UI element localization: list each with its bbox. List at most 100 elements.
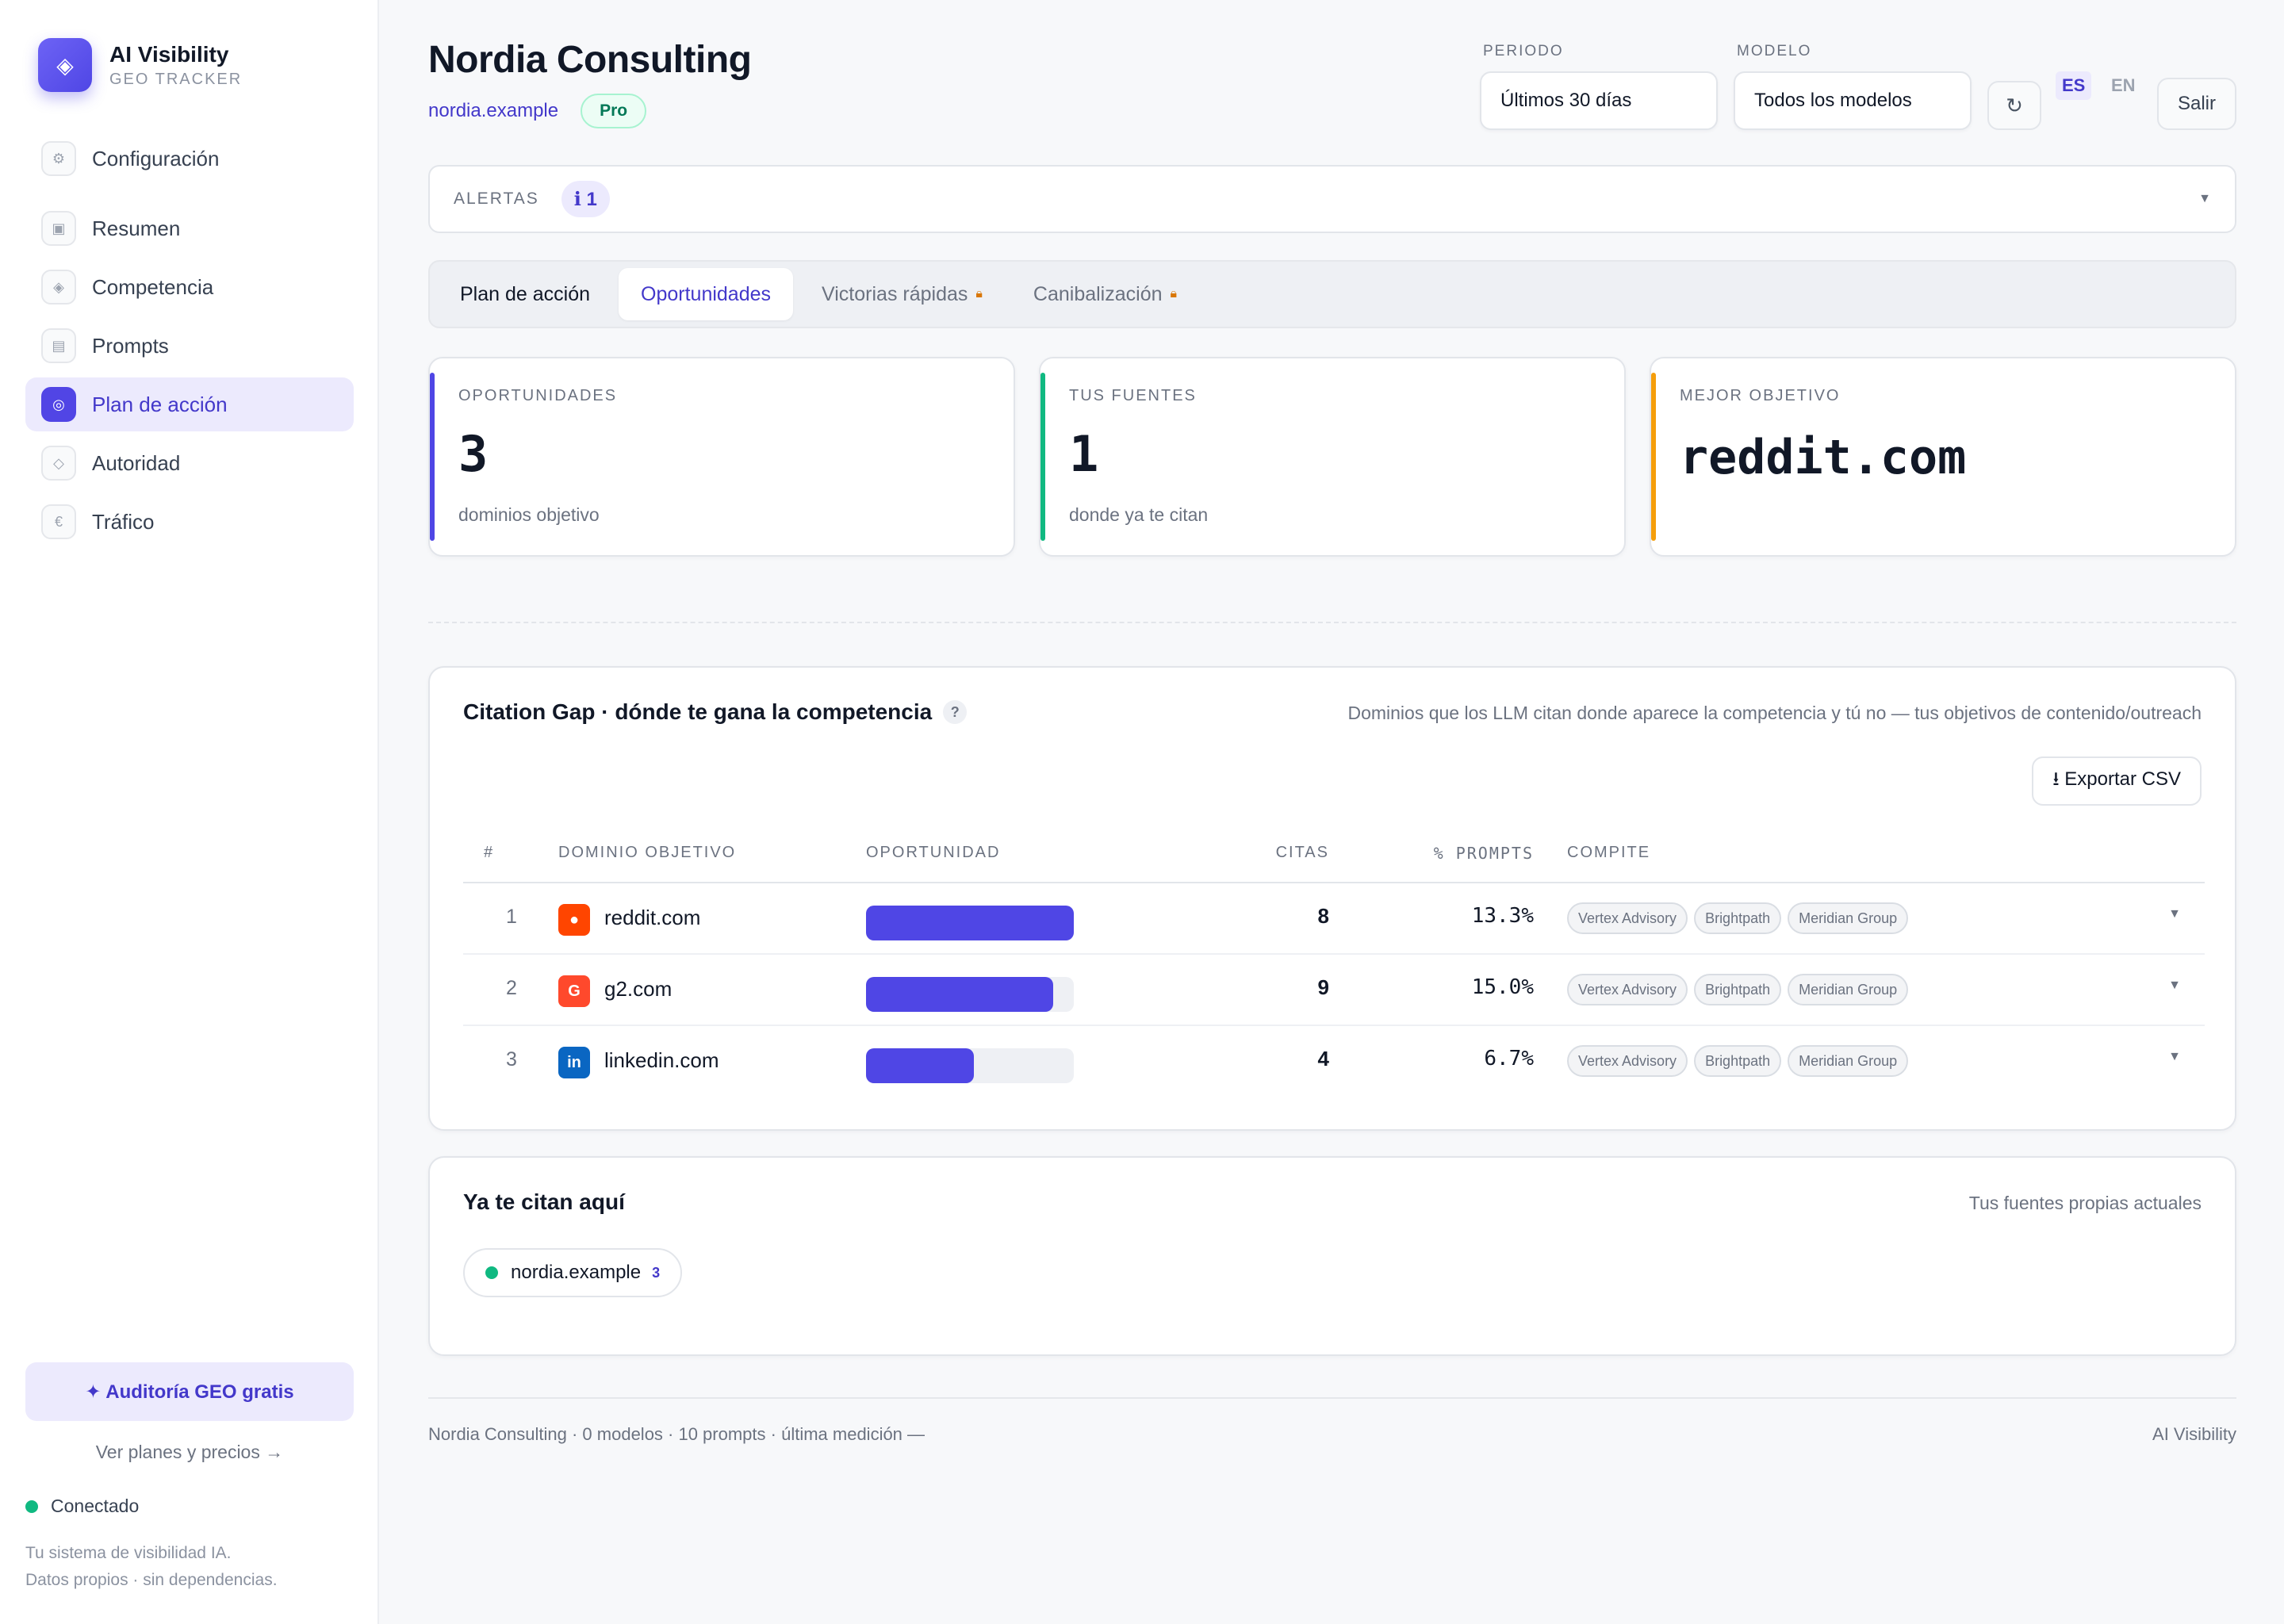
brand-logo-icon: ◈	[38, 38, 92, 92]
logout-button[interactable]: Salir	[2157, 78, 2236, 130]
kpi-sub: dominios objetivo	[458, 504, 600, 525]
row-index: 3	[506, 1048, 517, 1071]
tab-label: Plan de acción	[460, 282, 591, 305]
own-sources-description: Tus fuentes propias actuales	[1968, 1193, 2202, 1213]
tab-victorias-rapidas[interactable]: Victorias rápidas 🔒︎	[799, 268, 1005, 320]
page-title: Nordia Consulting	[428, 39, 752, 81]
model-select[interactable]: Todos los modelos	[1734, 71, 1972, 130]
connection-status-label: Conectado	[51, 1496, 140, 1516]
alerts-bar[interactable]: ALERTAS ℹ 1 ▼	[428, 165, 2236, 233]
footer-divider	[428, 1397, 2236, 1399]
lang-es-button[interactable]: ES	[2056, 71, 2092, 100]
tab-label: Canibalización	[1033, 282, 1163, 305]
refresh-button[interactable]: ↻	[1987, 81, 2041, 130]
kpi-sub: donde ya te citan	[1069, 504, 1209, 525]
export-csv-button[interactable]: ⭳ Exportar CSV	[2032, 756, 2202, 806]
opportunity-bar-fill	[866, 1048, 975, 1083]
sidebar-item-label: Competencia	[92, 274, 214, 299]
col-pct: % PROMPTS	[1433, 844, 1534, 863]
competitor-chips: Vertex Advisory Brightpath Meridian Group	[1567, 902, 1914, 934]
col-idx: #	[484, 844, 495, 861]
col-opportunity: OPORTUNIDAD	[866, 844, 1001, 861]
tab-canibalizacion[interactable]: Canibalización 🔒︎	[1011, 268, 1199, 320]
citation-gap-description: Dominios que los LLM citan donde aparece…	[1347, 703, 2202, 723]
kpi-label: OPORTUNIDADES	[458, 387, 618, 404]
opportunity-bar	[866, 977, 1074, 1012]
brand-name: AI Visibility	[109, 41, 229, 67]
alerts-label: ALERTAS	[454, 190, 539, 208]
period-label: PERIODO	[1483, 43, 1564, 59]
kpi-accent-bar	[1040, 373, 1045, 541]
footer-summary: Nordia Consulting · 0 modelos · 10 promp…	[428, 1424, 925, 1444]
sidebar-footer-line: Datos propios · sin dependencias.	[25, 1571, 278, 1589]
tab-plan-de-accion[interactable]: Plan de acción	[438, 268, 612, 320]
sidebar-item-plan-de-accion[interactable]: ◎ Plan de acción	[25, 377, 354, 431]
sidebar: ◈ AI Visibility GEO TRACKER ⚙ Configurac…	[0, 0, 379, 1624]
sidebar-item-resumen[interactable]: ▣ Resumen	[25, 201, 354, 255]
sidebar-item-label: Configuración	[92, 146, 220, 170]
kpi-label: TUS FUENTES	[1069, 387, 1197, 404]
kpi-card-mejor-objetivo: MEJOR OBJETIVO reddit.com	[1650, 357, 2236, 557]
competitor-chips: Vertex Advisory Brightpath Meridian Group	[1567, 974, 1914, 1005]
diamond-icon: ◈	[41, 270, 76, 304]
chevron-down-icon[interactable]: ▼	[2168, 907, 2181, 921]
table-row[interactable]: 1 ● reddit.com 8 13.3% Vertex Advisory Brightp…	[463, 883, 2205, 955]
sidebar-item-label: Resumen	[92, 216, 181, 240]
target-icon: ◎	[41, 387, 76, 422]
sidebar-item-label: Prompts	[92, 333, 169, 358]
competitor-chip: Brightpath	[1694, 974, 1782, 1005]
competitor-chip: Brightpath	[1694, 1045, 1782, 1077]
sidebar-item-configuracion[interactable]: ⚙ Configuración	[25, 132, 354, 186]
sidebar-item-prompts[interactable]: ▤ Prompts	[25, 319, 354, 373]
row-domain[interactable]: linkedin.com	[604, 1048, 719, 1073]
brand[interactable]: ◈ AI Visibility GEO TRACKER	[38, 38, 242, 92]
status-dot-icon	[25, 1500, 38, 1513]
model-label: MODELO	[1737, 43, 1812, 59]
opportunity-bar	[866, 906, 1074, 940]
row-index: 1	[506, 906, 517, 928]
competitor-chip: Meridian Group	[1788, 902, 1909, 934]
period-select[interactable]: Últimos 30 días	[1480, 71, 1718, 130]
competitor-chip: Brightpath	[1694, 902, 1782, 934]
sidebar-footer-line: Tu sistema de visibilidad IA.	[25, 1544, 232, 1562]
sidebar-item-autoridad[interactable]: ◇ Autoridad	[25, 436, 354, 490]
row-pct: 15.0%	[1471, 975, 1534, 999]
row-cites: 4	[1317, 1047, 1329, 1071]
chevron-down-icon: ▼	[2198, 192, 2211, 205]
sidebar-nav: ⚙ Configuración ▣ Resumen ◈ Competencia …	[25, 132, 354, 549]
lang-en-button[interactable]: EN	[2105, 71, 2142, 100]
kpi-value: reddit.com	[1680, 430, 1967, 485]
sidebar-item-label: Tráfico	[92, 509, 155, 534]
competitor-chip: Meridian Group	[1788, 974, 1909, 1005]
kpi-value: 3	[458, 425, 489, 483]
chevron-down-icon[interactable]: ▼	[2168, 979, 2181, 993]
tab-label: Oportunidades	[641, 282, 772, 305]
competitor-chip: Vertex Advisory	[1567, 902, 1688, 934]
plans-link[interactable]: Ver planes y precios →	[25, 1442, 354, 1463]
tab-oportunidades[interactable]: Oportunidades	[619, 268, 794, 320]
table-header: # DOMINIO OBJETIVO OPORTUNIDAD CITAS % P…	[463, 844, 2205, 879]
audit-button[interactable]: ✦ Auditoría GEO gratis	[25, 1362, 354, 1421]
kpi-card-oportunidades: OPORTUNIDADES 3 dominios objetivo	[428, 357, 1015, 557]
table-row[interactable]: 2 Gg2.com 9 15.0% Vertex Advisory Brightpath M…	[463, 955, 2205, 1026]
card-title-text: Citation Gap · dónde te gana la competen…	[463, 699, 933, 724]
help-icon[interactable]: ?	[943, 700, 968, 724]
table-row[interactable]: 3 in linkedin.com 4 6.7% Vertex Advisory Brigh…	[463, 1026, 2205, 1097]
site-row: nordia.example Pro	[428, 94, 647, 128]
alerts-count-badge: ℹ 1	[561, 181, 610, 217]
tab-bar: Plan de acción Oportunidades Victorias r…	[428, 260, 2236, 328]
opportunity-bar	[866, 1048, 1074, 1083]
own-source-chip[interactable]: nordia.example 3	[463, 1248, 683, 1297]
own-sources-card: Ya te citan aquí Tus fuentes propias act…	[428, 1156, 2236, 1356]
row-domain[interactable]: g2.com	[604, 977, 672, 1002]
site-link[interactable]: nordia.example	[428, 100, 558, 122]
competitor-chip: Vertex Advisory	[1567, 974, 1688, 1005]
row-domain[interactable]: reddit.com	[604, 906, 700, 930]
sidebar-item-competencia[interactable]: ◈ Competencia	[25, 260, 354, 314]
kpi-accent-bar	[430, 373, 435, 541]
connection-status: Conectado	[25, 1496, 139, 1517]
sidebar-item-trafico[interactable]: € Tráfico	[25, 495, 354, 549]
chevron-down-icon[interactable]: ▼	[2168, 1050, 2181, 1064]
linkedin-icon: in	[558, 1047, 590, 1078]
row-index: 2	[506, 977, 517, 999]
